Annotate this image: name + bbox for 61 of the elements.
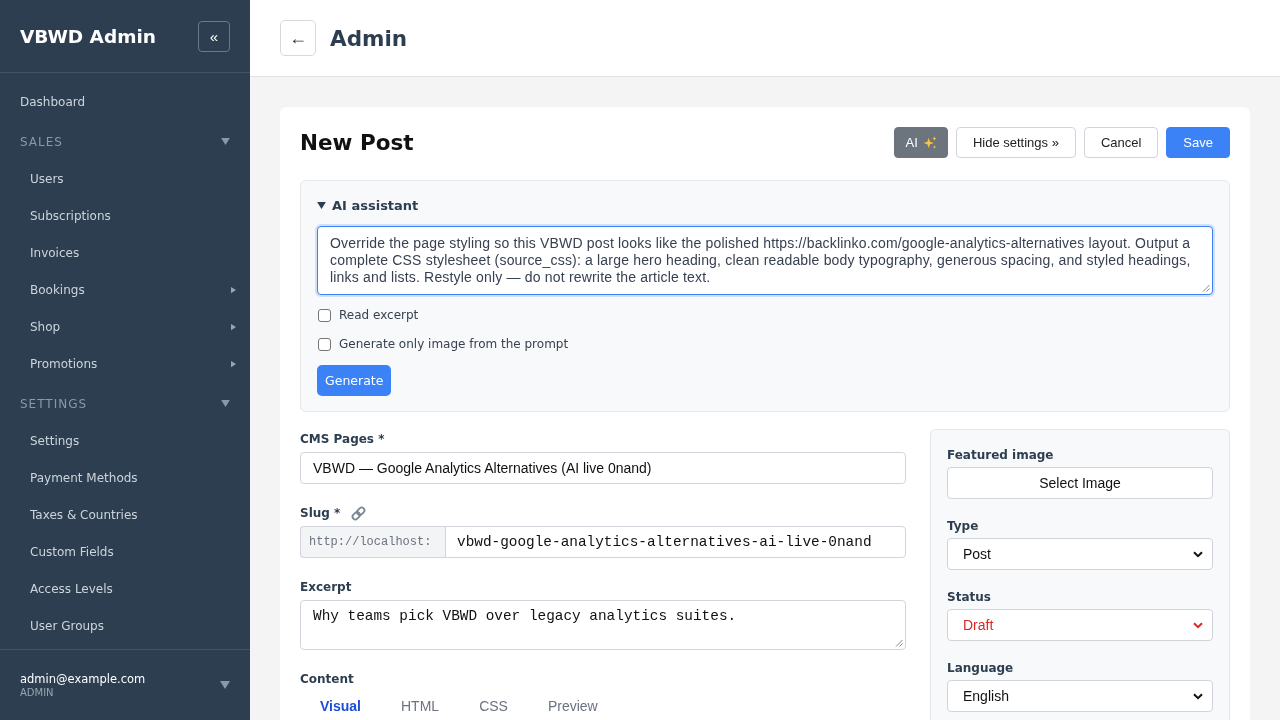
collapse-button[interactable]: « bbox=[198, 20, 230, 52]
nav-link[interactable]: Access Levels bbox=[0, 570, 250, 607]
nav-section-header[interactable]: SALES bbox=[0, 123, 250, 160]
field-label: Excerpt bbox=[300, 580, 352, 594]
nav-link[interactable]: Dashboard bbox=[0, 83, 250, 120]
select-field[interactable]: Draft bbox=[947, 609, 1213, 641]
text-field[interactable]: VBWD — Google Analytics Alternatives (AI live 0nand) bbox=[300, 452, 906, 484]
nav-link[interactable]: User Groups bbox=[0, 607, 250, 644]
resize-handle-icon[interactable] bbox=[895, 639, 903, 647]
page-title: Admin bbox=[330, 25, 408, 51]
sparkle-icon bbox=[922, 135, 937, 150]
select-field[interactable]: English bbox=[947, 680, 1213, 712]
nav-link[interactable]: Shop bbox=[0, 308, 250, 345]
outline-button[interactable]: Hide settings » bbox=[955, 127, 1076, 158]
nav-link[interactable]: Settings bbox=[0, 422, 250, 459]
nav-link[interactable]: Subscriptions bbox=[0, 197, 250, 234]
user-email: admin@example.com bbox=[20, 671, 147, 687]
select-image-button[interactable]: Select Image bbox=[947, 467, 1213, 499]
field-label: CMS Pages * bbox=[300, 432, 385, 446]
prompt-field[interactable]: Override the page styling so this VBWD post looks like the polished https://backlinko.com/google-analytics-alternatives layout. Output a complete CSS stylesheet (source_css): a large hero heading, clean readable body typography, generous spacing, and styled headings, links and lists. Restyle only — do not rewrite the article text. bbox=[317, 226, 1213, 295]
chevron-down-icon bbox=[1193, 550, 1203, 558]
nav-section-header[interactable]: SETTINGS bbox=[0, 385, 250, 422]
editor-tab[interactable]: HTML bbox=[381, 692, 460, 720]
field-label: Slug * bbox=[300, 506, 341, 520]
checkbox-label[interactable]: Read excerpt bbox=[339, 308, 419, 322]
nav-link[interactable]: Invoices bbox=[0, 234, 250, 271]
editor-tab[interactable]: Visual bbox=[300, 692, 381, 720]
resize-handle-icon[interactable] bbox=[1202, 284, 1210, 292]
checkbox[interactable] bbox=[318, 337, 331, 351]
editor-tab[interactable]: CSS bbox=[459, 692, 528, 720]
editor-title: New Post bbox=[300, 130, 414, 155]
field-label: Content bbox=[300, 672, 354, 686]
ai-assistant-toggle[interactable]: AI assistant bbox=[317, 196, 419, 214]
caret-down-icon[interactable] bbox=[220, 681, 230, 689]
checkbox-label[interactable]: Generate only image from the prompt bbox=[339, 337, 569, 351]
field-label: Type bbox=[947, 519, 979, 533]
chevron-down-icon bbox=[1193, 692, 1203, 700]
nav-link[interactable]: Payment Methods bbox=[0, 459, 250, 496]
brand-title: VBWD Admin bbox=[20, 25, 156, 47]
slug-field[interactable]: vbwd-google-analytics-alternatives-ai-live-0nand bbox=[445, 526, 906, 558]
field-label: Language bbox=[947, 661, 1014, 675]
nav-link[interactable]: Bookings bbox=[0, 271, 250, 308]
ai-button[interactable]: AI bbox=[893, 127, 948, 158]
chevron-down-icon bbox=[1193, 621, 1203, 629]
nav-link[interactable]: Promotions bbox=[0, 345, 250, 382]
back-button[interactable]: ← bbox=[280, 20, 316, 56]
nav-link[interactable]: Users bbox=[0, 160, 250, 197]
outline-button[interactable]: Cancel bbox=[1083, 127, 1159, 158]
user-role: ADMIN bbox=[20, 686, 55, 699]
generate-button[interactable]: Generate bbox=[317, 365, 392, 396]
editor-tab[interactable]: Preview bbox=[527, 692, 618, 720]
field-label: Status bbox=[947, 590, 991, 604]
nav-link[interactable]: Custom Fields bbox=[0, 533, 250, 570]
select-field[interactable]: Post bbox=[947, 538, 1213, 570]
textarea-field[interactable]: Why teams pick VBWD over legacy analytics suites. bbox=[300, 600, 906, 650]
link-icon[interactable] bbox=[350, 504, 368, 522]
url-prefix: http://localhost: bbox=[300, 526, 445, 558]
field-label: Featured image bbox=[947, 448, 1054, 462]
nav-link[interactable]: Taxes & Countries bbox=[0, 496, 250, 533]
checkbox[interactable] bbox=[318, 308, 331, 322]
primary-button[interactable]: Save bbox=[1166, 127, 1230, 158]
